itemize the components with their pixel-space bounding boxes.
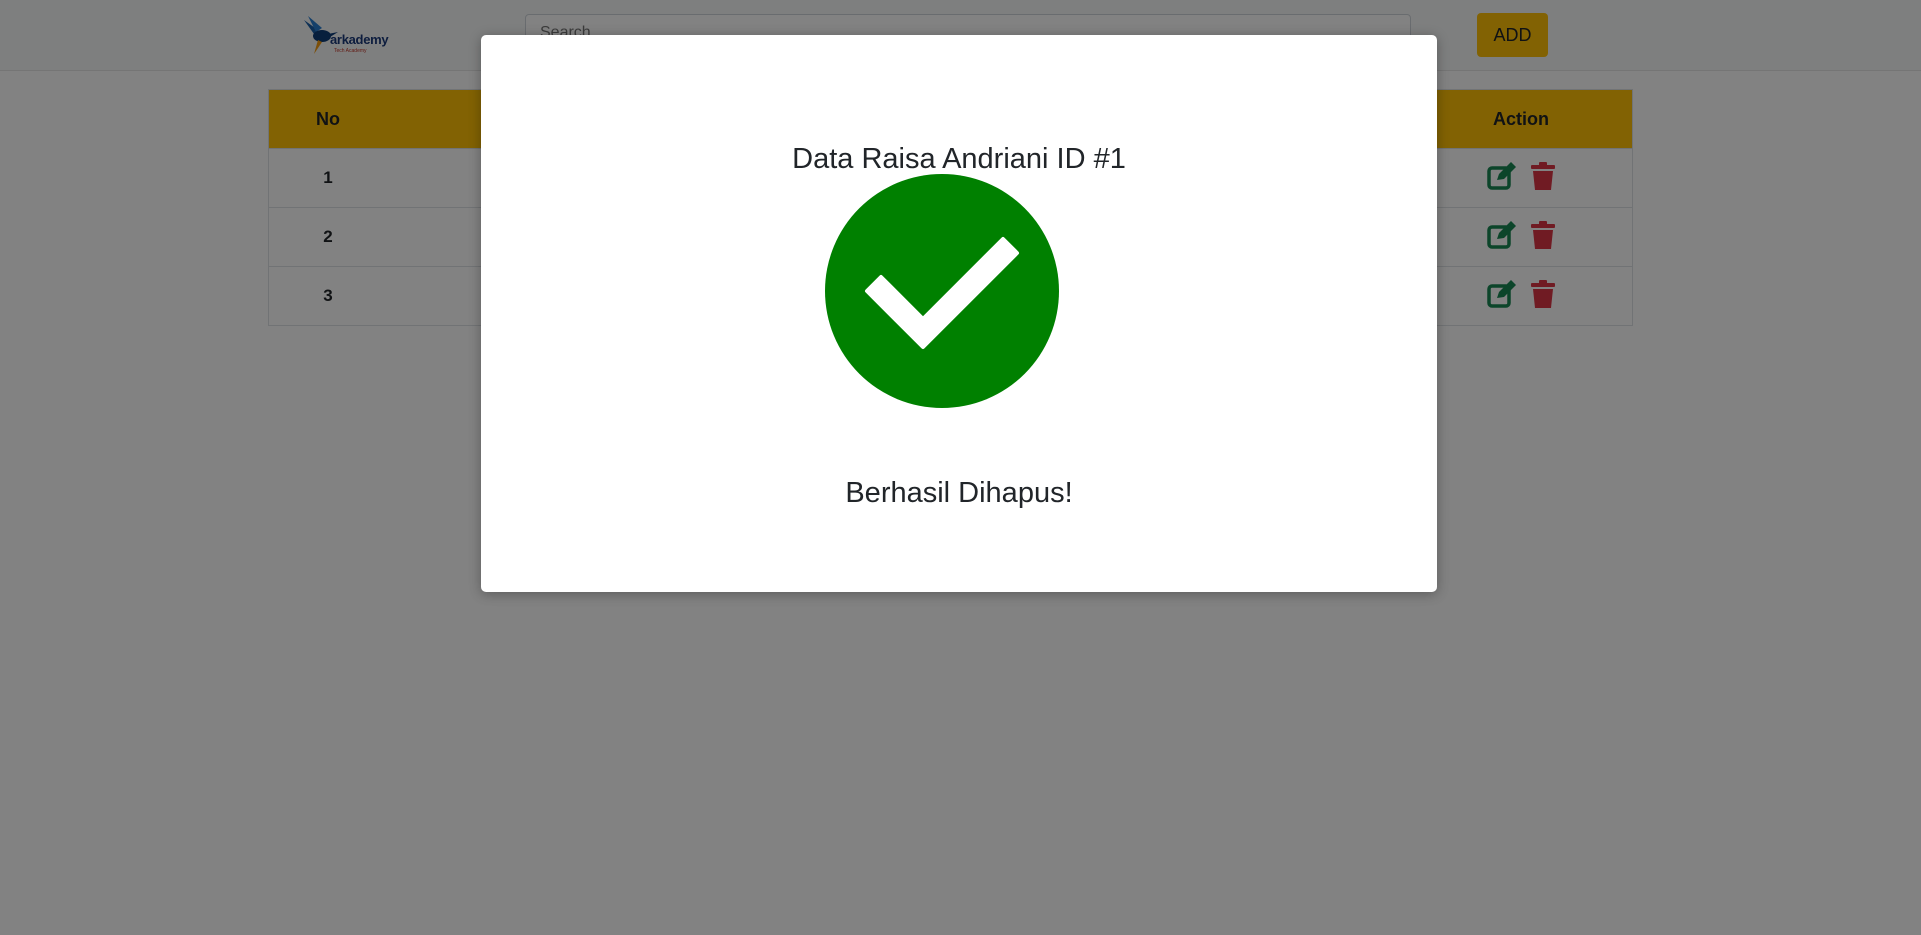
dialog-message: Berhasil Dihapus!	[845, 477, 1073, 509]
check-circle-icon	[825, 174, 1059, 408]
success-dialog: Data Raisa Andriani ID #1 Berhasil Dihap…	[481, 35, 1437, 592]
dialog-title: Data Raisa Andriani ID #1	[792, 143, 1126, 175]
